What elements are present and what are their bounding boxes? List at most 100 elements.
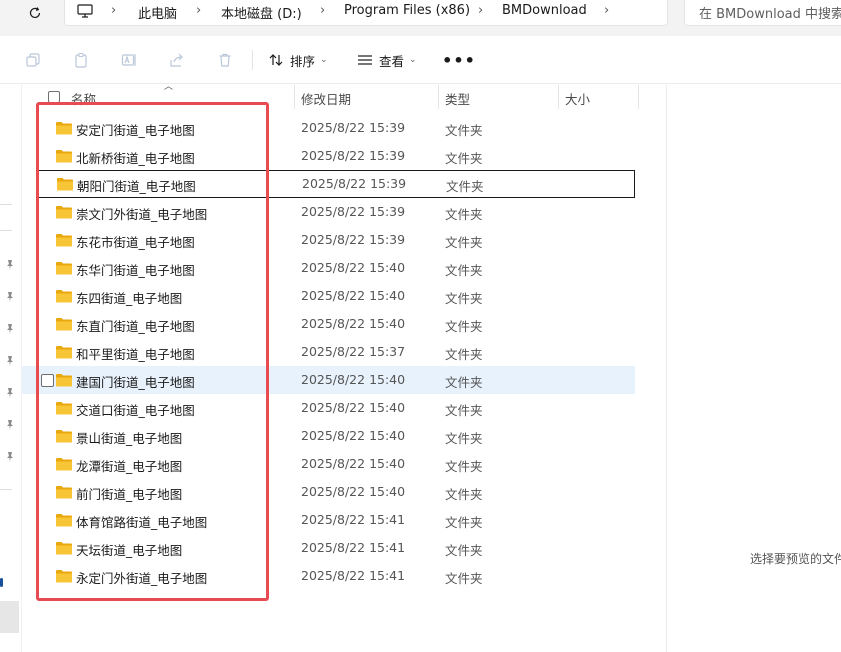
file-date-modified: 2025/8/22 15:40 bbox=[301, 260, 406, 275]
chevron-right-icon[interactable]: › bbox=[478, 3, 483, 18]
share-button[interactable] bbox=[167, 50, 187, 70]
file-row[interactable]: 东花市街道_电子地图 2025/8/22 15:39 文件夹 bbox=[22, 226, 638, 254]
select-all-checkbox[interactable] bbox=[48, 91, 60, 103]
file-type: 文件夹 bbox=[445, 151, 483, 166]
pin-icon[interactable] bbox=[4, 259, 16, 271]
folder-icon bbox=[56, 514, 72, 527]
row-checkbox[interactable] bbox=[41, 374, 54, 387]
file-row[interactable]: 永定门外街道_电子地图 2025/8/22 15:41 文件夹 bbox=[22, 562, 638, 590]
folder-icon bbox=[56, 122, 72, 135]
file-date-modified: 2025/8/22 15:40 bbox=[301, 316, 406, 331]
folder-icon bbox=[56, 206, 72, 219]
file-name: 体育馆路街道_电子地图 bbox=[76, 515, 208, 530]
file-name: 永定门外街道_电子地图 bbox=[76, 571, 208, 586]
nav-divider bbox=[0, 204, 12, 205]
pin-icon[interactable] bbox=[4, 387, 16, 399]
file-type: 文件夹 bbox=[445, 487, 483, 502]
file-row[interactable]: 体育馆路街道_电子地图 2025/8/22 15:41 文件夹 bbox=[22, 506, 638, 534]
file-name: 安定门街道_电子地图 bbox=[76, 123, 195, 138]
column-separator[interactable] bbox=[558, 85, 559, 109]
file-row[interactable]: 和平里街道_电子地图 2025/8/22 15:37 文件夹 bbox=[22, 338, 638, 366]
file-name: 东华门街道_电子地图 bbox=[76, 263, 195, 278]
sort-button[interactable]: 排序 ⌄ bbox=[268, 48, 328, 72]
refresh-icon bbox=[29, 7, 41, 19]
rename-button[interactable] bbox=[119, 50, 139, 70]
folder-icon bbox=[56, 402, 72, 415]
breadcrumb-drive-d[interactable]: 本地磁盘 (D:) bbox=[221, 3, 302, 22]
column-separator[interactable] bbox=[438, 85, 439, 109]
file-type: 文件夹 bbox=[445, 235, 483, 250]
pin-icon[interactable] bbox=[4, 323, 16, 335]
pin-icon[interactable] bbox=[4, 451, 16, 463]
file-type: 文件夹 bbox=[445, 431, 483, 446]
column-header-name[interactable]: 名称 bbox=[71, 89, 96, 108]
file-row[interactable]: 交道口街道_电子地图 2025/8/22 15:40 文件夹 bbox=[22, 394, 638, 422]
column-separator[interactable] bbox=[638, 85, 639, 109]
file-row[interactable]: 前门街道_电子地图 2025/8/22 15:40 文件夹 bbox=[22, 478, 638, 506]
file-type: 文件夹 bbox=[445, 403, 483, 418]
rename-icon bbox=[121, 54, 136, 66]
file-row[interactable]: 朝阳门街道_电子地图 2025/8/22 15:39 文件夹 bbox=[36, 170, 635, 198]
file-row[interactable]: 东直门街道_电子地图 2025/8/22 15:40 文件夹 bbox=[22, 310, 638, 338]
breadcrumb-this-pc[interactable]: 此电脑 bbox=[138, 3, 177, 22]
nav-divider bbox=[0, 230, 12, 231]
chevron-down-icon: ⌄ bbox=[320, 55, 328, 65]
file-date-modified: 2025/8/22 15:37 bbox=[301, 344, 406, 359]
file-date-modified: 2025/8/22 15:40 bbox=[301, 456, 406, 471]
file-type: 文件夹 bbox=[445, 291, 483, 306]
file-date-modified: 2025/8/22 15:39 bbox=[301, 204, 406, 219]
breadcrumb-bmdownload[interactable]: BMDownload bbox=[502, 3, 587, 18]
column-header-type[interactable]: 类型 bbox=[445, 89, 470, 108]
file-row[interactable]: 东华门街道_电子地图 2025/8/22 15:40 文件夹 bbox=[22, 254, 638, 282]
view-list-icon bbox=[358, 55, 372, 65]
folder-icon bbox=[57, 178, 73, 191]
file-type: 文件夹 bbox=[445, 263, 483, 278]
paste-button[interactable] bbox=[71, 50, 91, 70]
pin-icon[interactable] bbox=[4, 291, 16, 303]
nav-divider bbox=[0, 489, 12, 490]
nav-selected-item[interactable] bbox=[0, 601, 19, 633]
sort-icon bbox=[269, 54, 283, 66]
file-type: 文件夹 bbox=[445, 375, 483, 390]
nav-indicator bbox=[0, 578, 3, 587]
copy-button[interactable] bbox=[23, 50, 43, 70]
file-date-modified: 2025/8/22 15:40 bbox=[301, 372, 406, 387]
pin-icon[interactable] bbox=[4, 355, 16, 367]
folder-icon bbox=[56, 430, 72, 443]
refresh-button[interactable] bbox=[22, 2, 48, 24]
file-type: 文件夹 bbox=[445, 207, 483, 222]
view-button[interactable]: 查看 ⌄ bbox=[357, 48, 417, 72]
chevron-right-icon[interactable]: › bbox=[196, 3, 201, 18]
search-input[interactable]: 在 BMDownload 中搜索 bbox=[684, 0, 841, 26]
file-row[interactable]: 天坛街道_电子地图 2025/8/22 15:41 文件夹 bbox=[22, 534, 638, 562]
chevron-right-icon[interactable]: › bbox=[604, 3, 609, 18]
pin-icon[interactable] bbox=[4, 419, 16, 431]
file-row[interactable]: 安定门街道_电子地图 2025/8/22 15:39 文件夹 bbox=[22, 114, 638, 142]
breadcrumb-program-files[interactable]: Program Files (x86) bbox=[344, 3, 470, 18]
column-separator[interactable] bbox=[294, 85, 295, 109]
file-row[interactable]: 北新桥街道_电子地图 2025/8/22 15:39 文件夹 bbox=[22, 142, 638, 170]
file-name: 交道口街道_电子地图 bbox=[76, 403, 195, 418]
delete-button[interactable] bbox=[215, 50, 235, 70]
column-header-date[interactable]: 修改日期 bbox=[301, 89, 351, 108]
file-row[interactable]: 建国门街道_电子地图 2025/8/22 15:40 文件夹 bbox=[22, 366, 635, 394]
folder-icon bbox=[56, 486, 72, 499]
more-options-button[interactable]: ••• bbox=[442, 50, 475, 70]
file-name: 景山街道_电子地图 bbox=[76, 431, 183, 446]
address-box[interactable]: › 此电脑 › 本地磁盘 (D:) › Program Files (x86) … bbox=[64, 0, 668, 26]
chevron-right-icon[interactable]: › bbox=[111, 3, 116, 18]
chevron-right-icon[interactable]: › bbox=[320, 3, 325, 18]
column-header-size[interactable]: 大小 bbox=[565, 89, 590, 108]
file-date-modified: 2025/8/22 15:41 bbox=[301, 512, 406, 527]
file-row[interactable]: 东四街道_电子地图 2025/8/22 15:40 文件夹 bbox=[22, 282, 638, 310]
file-type: 文件夹 bbox=[445, 459, 483, 474]
address-bar-strip: › 此电脑 › 本地磁盘 (D:) › Program Files (x86) … bbox=[0, 0, 841, 36]
file-row[interactable]: 龙潭街道_电子地图 2025/8/22 15:40 文件夹 bbox=[22, 450, 638, 478]
view-label: 查看 bbox=[379, 53, 405, 69]
file-date-modified: 2025/8/22 15:40 bbox=[301, 400, 406, 415]
folder-icon bbox=[56, 374, 72, 387]
folder-icon bbox=[56, 262, 72, 275]
file-row[interactable]: 景山街道_电子地图 2025/8/22 15:40 文件夹 bbox=[22, 422, 638, 450]
file-name: 天坛街道_电子地图 bbox=[76, 543, 183, 558]
file-row[interactable]: 崇文门外街道_电子地图 2025/8/22 15:39 文件夹 bbox=[22, 198, 638, 226]
